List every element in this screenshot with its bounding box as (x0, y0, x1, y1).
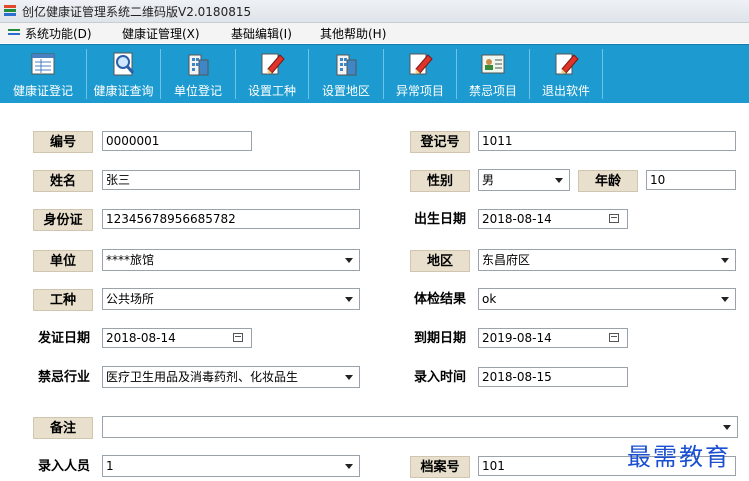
entry-person-label: 录入人员 (37, 459, 90, 474)
number-input[interactable]: 0000001 (102, 131, 252, 151)
birth-date-label: 出生日期 (413, 212, 466, 227)
toolbar-unit-register-button[interactable]: 单位登记 (161, 45, 235, 103)
chevron-down-icon (345, 297, 353, 302)
calendar-icon[interactable] (609, 333, 619, 342)
issue-date-label: 发证日期 (37, 331, 90, 346)
toolbar-label: 设置地区 (321, 84, 370, 98)
entry-person-select[interactable]: 1 (102, 455, 360, 477)
exam-result-select[interactable]: ok (478, 288, 736, 310)
pencil-edit-icon (409, 53, 433, 75)
pencil-edit-icon (261, 53, 285, 75)
expire-date-label: 到期日期 (413, 331, 466, 346)
menu-basic-edit[interactable]: 基础编辑(I) (231, 25, 292, 42)
pencil-edit-icon (555, 53, 579, 75)
birth-date-value: 2018-08-14 (482, 212, 552, 226)
issue-date-picker[interactable]: 2018-08-14 (102, 328, 252, 348)
reg-no-input[interactable]: 1011 (478, 131, 736, 151)
number-label: 编号 (33, 131, 93, 153)
building-icon (336, 54, 357, 76)
menu-other-help[interactable]: 其他帮助(H) (320, 25, 386, 42)
unit-select[interactable]: ****旅馆 (102, 249, 360, 271)
id-card-icon (481, 54, 505, 74)
forbidden-industry-label: 禁忌行业 (37, 370, 90, 385)
exam-result-label: 体检结果 (413, 292, 466, 307)
remark-select[interactable] (102, 416, 738, 438)
chevron-down-icon (555, 178, 563, 183)
chevron-down-icon (345, 258, 353, 263)
toolbar-abnormal-items-button[interactable]: 异常项目 (384, 45, 456, 103)
calendar-icon[interactable] (233, 333, 243, 342)
toolbar-label: 退出软件 (541, 84, 590, 98)
chevron-down-icon (721, 258, 729, 263)
region-label: 地区 (410, 250, 470, 272)
chevron-down-icon (345, 375, 353, 380)
building-icon (188, 54, 209, 76)
toolbar-label: 异常项目 (395, 84, 444, 98)
toolbar-query-button[interactable]: 健康证查询 (87, 45, 160, 103)
app-logo-icon (4, 5, 16, 16)
unit-value: ****旅馆 (106, 253, 155, 267)
archive-no-label: 档案号 (410, 456, 470, 478)
entry-time-label: 录入时间 (413, 370, 466, 385)
entry-time-input[interactable]: 2018-08-15 (478, 367, 628, 387)
gender-value: 男 (482, 173, 495, 187)
expire-date-value: 2019-08-14 (482, 331, 552, 345)
job-type-label: 工种 (33, 289, 93, 311)
exam-result-value: ok (482, 292, 497, 306)
toolbar-label: 健康证查询 (93, 84, 154, 98)
chevron-down-icon (723, 425, 731, 430)
menu-system-functions[interactable]: 系统功能(D) (25, 25, 92, 42)
title-bar: 创亿健康证管理系统二维码版V2.0180815 (0, 0, 749, 23)
job-type-value: 公共场所 (106, 292, 155, 306)
gender-select[interactable]: 男 (478, 169, 570, 191)
toolbar-exit-button[interactable]: 退出软件 (530, 45, 602, 103)
id-card-label: 身份证 (33, 209, 93, 231)
age-label: 年龄 (578, 170, 638, 192)
toolbar-label: 设置工种 (247, 84, 296, 98)
gender-label: 性别 (410, 170, 470, 192)
age-input[interactable]: 10 (646, 170, 736, 190)
id-card-input[interactable]: 12345678956685782 (102, 209, 360, 229)
issue-date-value: 2018-08-14 (106, 331, 176, 345)
menu-health-cert-management[interactable]: 健康证管理(X) (122, 25, 200, 42)
toolbar: 健康证登记 健康证查询 单位登记 设置工种 设置地区 异常项目 禁忌项目 退出软… (0, 44, 749, 104)
expire-date-picker[interactable]: 2019-08-14 (478, 328, 628, 348)
region-value: 东昌府区 (482, 253, 531, 267)
reg-no-label: 登记号 (410, 131, 470, 153)
birth-date-picker[interactable]: 2018-08-14 (478, 209, 628, 229)
name-label: 姓名 (33, 170, 93, 192)
toolbar-forbidden-items-button[interactable]: 禁忌项目 (457, 45, 529, 103)
menu-bar: 系统功能(D) 健康证管理(X) 基础编辑(I) 其他帮助(H) (0, 23, 749, 43)
magnifier-search-icon (113, 52, 134, 76)
entry-person-value: 1 (106, 459, 114, 473)
remark-label: 备注 (33, 417, 93, 439)
toolbar-register-button[interactable]: 健康证登记 (0, 45, 86, 103)
health-cert-form: 编号 0000001 登记号 1011 姓名 张三 性别 男 年龄 10 身份证… (0, 103, 749, 481)
region-select[interactable]: 东昌府区 (478, 249, 736, 271)
calendar-icon[interactable] (609, 214, 619, 223)
unit-label: 单位 (33, 250, 93, 272)
toolbar-set-job-type-button[interactable]: 设置工种 (236, 45, 308, 103)
form-register-icon (31, 53, 55, 75)
name-input[interactable]: 张三 (102, 170, 360, 190)
forbidden-industry-select[interactable]: 医疗卫生用品及消毒药剂、化妆品生 (102, 366, 360, 388)
toolbar-label: 禁忌项目 (468, 84, 517, 98)
chevron-down-icon (721, 297, 729, 302)
toolbar-set-region-button[interactable]: 设置地区 (309, 45, 383, 103)
forbidden-industry-value: 医疗卫生用品及消毒药剂、化妆品生 (106, 370, 299, 384)
watermark-text: 最需教育 (627, 443, 731, 471)
chevron-down-icon (345, 464, 353, 469)
window-title: 创亿健康证管理系统二维码版V2.0180815 (22, 5, 252, 19)
toolbar-label: 单位登记 (173, 84, 222, 98)
toolbar-label: 健康证登记 (12, 84, 73, 98)
job-type-select[interactable]: 公共场所 (102, 288, 360, 310)
menu-app-icon (8, 29, 20, 38)
